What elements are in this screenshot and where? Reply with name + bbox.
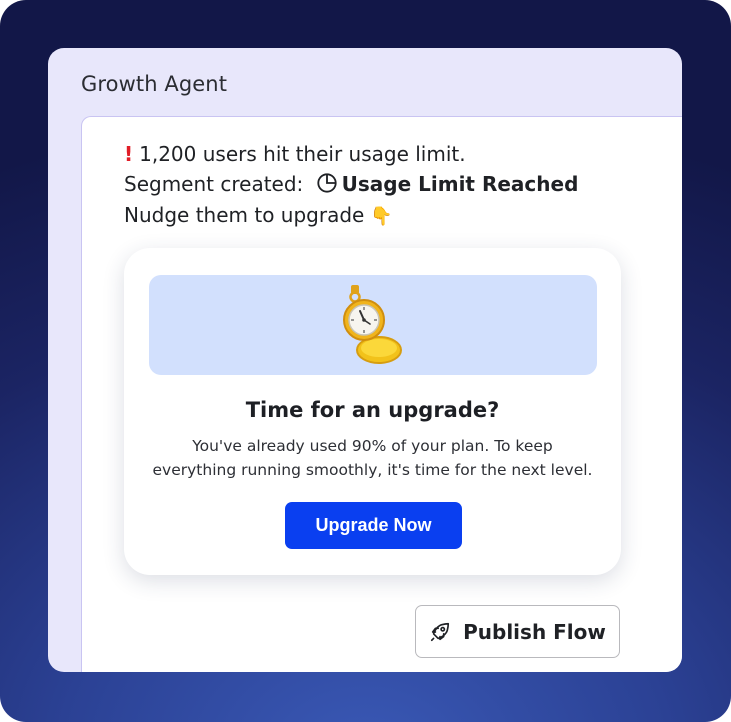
exclamation-icon: !: [124, 142, 134, 166]
stopwatch-icon: [343, 285, 402, 364]
card-body-line: You've already used 90% of your plan. To…: [192, 437, 553, 455]
agent-message-area: ! 1,200 users hit their usage limit. Segm…: [81, 116, 682, 672]
upgrade-now-button[interactable]: Upgrade Now: [285, 502, 462, 549]
publish-flow-label: Publish Flow: [463, 619, 606, 644]
usage-text: 1,200 users hit their usage limit.: [139, 142, 466, 166]
panel-title: Growth Agent: [81, 72, 228, 96]
message-line-nudge: Nudge them to upgrade 👇: [124, 203, 393, 227]
message-line-segment: Segment created: Usage Limit Reached: [124, 172, 578, 196]
segment-prefix: Segment created:: [124, 172, 304, 196]
pie-chart-icon: [317, 173, 337, 193]
nudge-text: Nudge them to upgrade: [124, 203, 365, 227]
rocket-icon: [431, 622, 450, 641]
card-banner: [149, 275, 597, 375]
card-body: You've already used 90% of your plan. To…: [124, 434, 621, 482]
growth-agent-panel: Growth Agent ! 1,200 users hit their usag…: [48, 48, 682, 672]
message-line-usage: ! 1,200 users hit their usage limit.: [124, 142, 466, 166]
card-body-line: everything running smoothly, it's time f…: [152, 461, 593, 479]
segment-name[interactable]: Usage Limit Reached: [342, 172, 579, 196]
upgrade-preview-card: Time for an upgrade? You've already used…: [124, 248, 621, 575]
publish-flow-button[interactable]: Publish Flow: [415, 605, 620, 658]
pointing-down-icon: 👇: [370, 206, 393, 227]
card-title: Time for an upgrade?: [245, 398, 500, 422]
app-frame: Growth Agent ! 1,200 users hit their usag…: [0, 0, 731, 722]
